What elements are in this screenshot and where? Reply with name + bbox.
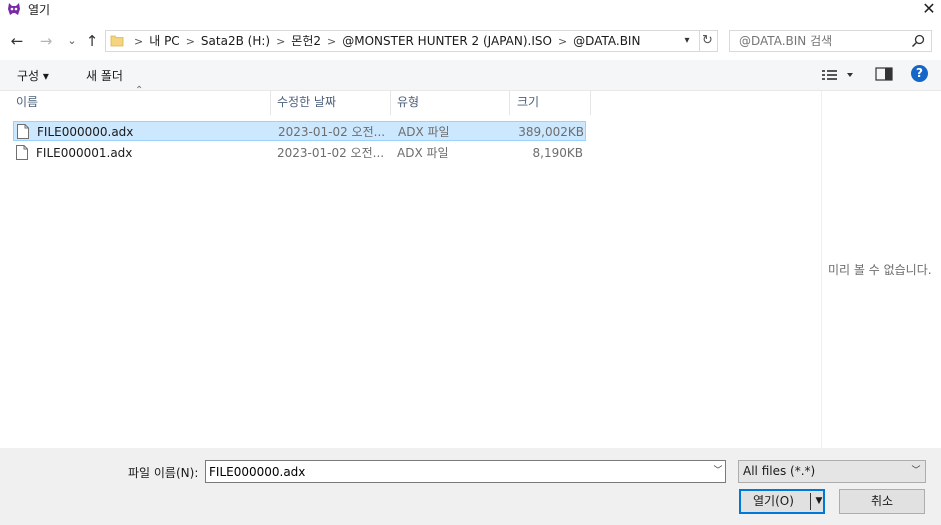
file-type: ADX 파일 — [397, 146, 449, 160]
column-divider[interactable] — [590, 91, 591, 115]
cancel-button[interactable]: 취소 — [839, 489, 925, 514]
breadcrumb-item[interactable]: @DATA.BIN — [573, 34, 640, 48]
organize-button[interactable]: 구성 ▾ — [17, 67, 49, 84]
title-bar: 열기 ✕ — [0, 0, 941, 20]
file-size: 8,190KB — [532, 146, 583, 160]
breadcrumb-item[interactable]: 내 PC — [149, 34, 179, 48]
recent-locations-icon[interactable]: ⌄ — [62, 30, 82, 52]
split-divider — [810, 493, 811, 510]
view-options-icon[interactable] — [821, 66, 857, 84]
close-icon[interactable]: ✕ — [918, 0, 940, 19]
window-title: 열기 — [28, 3, 51, 17]
chevron-down-icon[interactable]: ﹀ — [909, 464, 923, 479]
refresh-button[interactable]: ↻ — [698, 30, 718, 52]
preview-empty-message: 미리 볼 수 없습니다. — [828, 263, 932, 277]
filename-label: 파일 이름(N): — [128, 466, 199, 480]
file-icon — [16, 145, 28, 160]
open-button[interactable]: 열기(O) ▼ — [739, 489, 825, 514]
filter-value: All files (*.*) — [743, 464, 816, 478]
preview-pane: 미리 볼 수 없습니다. — [821, 91, 941, 448]
folder-icon — [110, 35, 124, 47]
file-row[interactable]: FILE000001.adx 2023-01-02 오전... ADX 파일 8… — [13, 143, 586, 163]
breadcrumb-item[interactable]: @MONSTER HUNTER 2 (JAPAN).ISO — [342, 34, 552, 48]
file-date: 2023-01-02 오전... — [277, 146, 385, 160]
breadcrumb-item[interactable]: 몬헌2 — [291, 34, 321, 48]
sort-ascending-icon: ⌃ — [135, 85, 144, 96]
file-date: 2023-01-02 오전... — [278, 125, 386, 139]
file-type-filter[interactable]: All files (*.*) ﹀ — [738, 460, 926, 483]
search-icon[interactable] — [910, 33, 926, 49]
filename-combobox[interactable]: ﹀ — [205, 460, 726, 483]
preview-pane-icon[interactable] — [875, 66, 893, 82]
column-header-name[interactable]: 이름 — [16, 91, 38, 115]
column-header-date[interactable]: 수정한 날짜 — [277, 91, 336, 115]
filename-input[interactable] — [209, 461, 699, 482]
column-divider[interactable] — [509, 91, 510, 115]
app-icon — [8, 3, 20, 15]
column-header-row: 이름 수정한 날짜 유형 크기 — [0, 91, 821, 115]
file-row[interactable]: FILE000000.adx 2023-01-02 오전... ADX 파일 3… — [13, 121, 586, 141]
address-bar[interactable]: > 내 PC > Sata2B (H:) > 몬헌2 > @MONSTER HUNTER 2 … — [105, 30, 700, 52]
dialog-footer: 파일 이름(N): ﹀ All files (*.*) ﹀ 열기(O) ▼ 취소 — [0, 448, 941, 525]
chevron-down-icon[interactable]: ﹀ — [711, 464, 725, 479]
up-button[interactable]: ↑ — [82, 30, 102, 52]
column-header-size[interactable]: 크기 — [517, 91, 539, 115]
open-options-dropdown-icon[interactable]: ▼ — [813, 495, 825, 508]
help-icon[interactable]: ? — [911, 65, 928, 82]
search-input[interactable] — [739, 31, 904, 51]
column-divider[interactable] — [390, 91, 391, 115]
file-name: FILE000001.adx — [36, 146, 133, 160]
file-name: FILE000000.adx — [37, 125, 134, 139]
column-header-type[interactable]: 유형 — [397, 91, 419, 115]
open-button-label: 열기(O) — [753, 494, 794, 508]
breadcrumb-item[interactable]: Sata2B (H:) — [201, 34, 270, 48]
back-button[interactable]: ← — [7, 30, 27, 52]
file-icon — [17, 124, 29, 139]
address-dropdown-icon[interactable]: ▾ — [680, 31, 694, 51]
new-folder-button[interactable]: 새 폴더 — [86, 67, 123, 84]
file-size: 389,002KB — [518, 125, 584, 139]
search-box[interactable] — [729, 30, 932, 52]
column-divider[interactable] — [270, 91, 271, 115]
forward-button[interactable]: → — [36, 30, 56, 52]
breadcrumb: > 내 PC > Sata2B (H:) > 몬헌2 > @MONSTER HUNTER 2 … — [134, 34, 641, 48]
file-type: ADX 파일 — [398, 125, 450, 139]
